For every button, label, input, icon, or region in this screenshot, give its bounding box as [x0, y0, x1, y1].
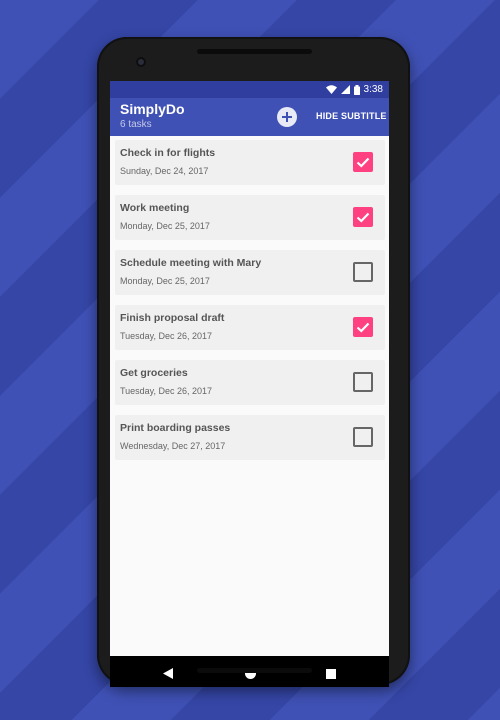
task-list: Check in for flights Sunday, Dec 24, 201…: [115, 140, 385, 470]
bottom-speaker: [197, 668, 312, 673]
task-item[interactable]: Get groceries Tuesday, Dec 26, 2017: [115, 360, 385, 405]
task-item[interactable]: Print boarding passes Wednesday, Dec 27,…: [115, 415, 385, 460]
task-item[interactable]: Finish proposal draft Tuesday, Dec 26, 2…: [115, 305, 385, 350]
wifi-icon: [325, 85, 337, 94]
hide-subtitle-button[interactable]: HIDE SUBTITLE: [316, 111, 387, 121]
task-date: Monday, Dec 25, 2017: [120, 221, 210, 231]
status-time: 3:38: [363, 84, 383, 95]
task-title: Check in for flights: [120, 147, 216, 159]
app-screen: 3:38 SimplyDo 6 tasks HIDE SUBTITLE Chec…: [110, 81, 389, 687]
checkmark-icon: [356, 322, 370, 333]
status-bar: 3:38: [110, 81, 389, 98]
task-item[interactable]: Schedule meeting with Mary Monday, Dec 2…: [115, 250, 385, 295]
app-title: SimplyDo: [120, 101, 185, 117]
task-date: Sunday, Dec 24, 2017: [120, 166, 209, 176]
task-item[interactable]: Check in for flights Sunday, Dec 24, 201…: [115, 140, 385, 185]
task-date: Tuesday, Dec 26, 2017: [120, 386, 213, 396]
task-done-checkbox[interactable]: [353, 152, 373, 172]
add-task-button[interactable]: [277, 107, 297, 127]
top-speaker: [197, 49, 312, 54]
task-done-checkbox[interactable]: [353, 317, 373, 337]
checkmark-icon: [356, 212, 370, 223]
task-title: Finish proposal draft: [120, 312, 225, 324]
front-camera: [136, 57, 146, 67]
signal-icon: [340, 85, 350, 94]
task-title: Work meeting: [120, 202, 190, 214]
checkmark-icon: [356, 157, 370, 168]
task-title: Print boarding passes: [120, 422, 231, 434]
task-title: Schedule meeting with Mary: [120, 257, 262, 269]
task-date: Monday, Dec 25, 2017: [120, 276, 210, 286]
task-count-subtitle: 6 tasks: [120, 119, 152, 130]
task-item[interactable]: Work meeting Monday, Dec 25, 2017: [115, 195, 385, 240]
back-triangle-icon[interactable]: [163, 666, 173, 684]
battery-icon: [353, 84, 360, 95]
task-title: Get groceries: [120, 367, 188, 379]
task-done-checkbox[interactable]: [353, 372, 373, 392]
task-done-checkbox[interactable]: [353, 207, 373, 227]
task-done-checkbox[interactable]: [353, 262, 373, 282]
add-circle-icon: [282, 112, 292, 122]
task-date: Wednesday, Dec 27, 2017: [120, 441, 226, 451]
task-done-checkbox[interactable]: [353, 427, 373, 447]
task-date: Tuesday, Dec 26, 2017: [120, 331, 213, 341]
phone-frame: 3:38 SimplyDo 6 tasks HIDE SUBTITLE Chec…: [97, 37, 410, 687]
app-bar: SimplyDo 6 tasks HIDE SUBTITLE: [110, 98, 389, 136]
recents-square-icon[interactable]: [326, 666, 336, 684]
